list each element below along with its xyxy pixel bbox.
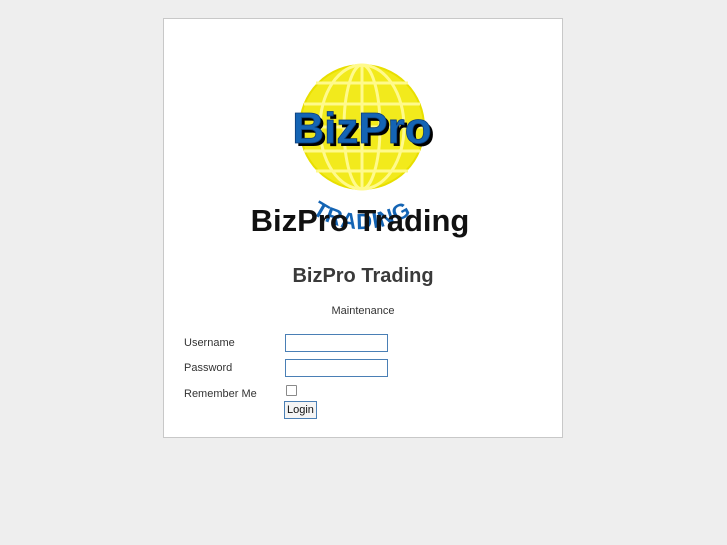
password-label: Password xyxy=(184,362,233,374)
page-title: BizPro Trading xyxy=(292,265,434,287)
remember-me-checkbox[interactable] xyxy=(286,385,297,396)
logo-caption: BizPro Trading xyxy=(251,203,470,238)
username-input[interactable] xyxy=(285,334,388,352)
remember-me-label: Remember Me xyxy=(184,388,257,400)
password-input[interactable] xyxy=(285,359,388,377)
login-panel: BizPro BizPro TRADING BizPro Trading Biz… xyxy=(163,18,563,438)
username-label: Username xyxy=(184,337,235,349)
bizpro-trading-logo: BizPro BizPro TRADING BizPro Trading xyxy=(251,63,470,238)
logo-bizpro-text: BizPro xyxy=(292,104,431,153)
page-subtitle: Maintenance xyxy=(331,305,395,317)
login-button[interactable]: Login xyxy=(284,401,317,419)
